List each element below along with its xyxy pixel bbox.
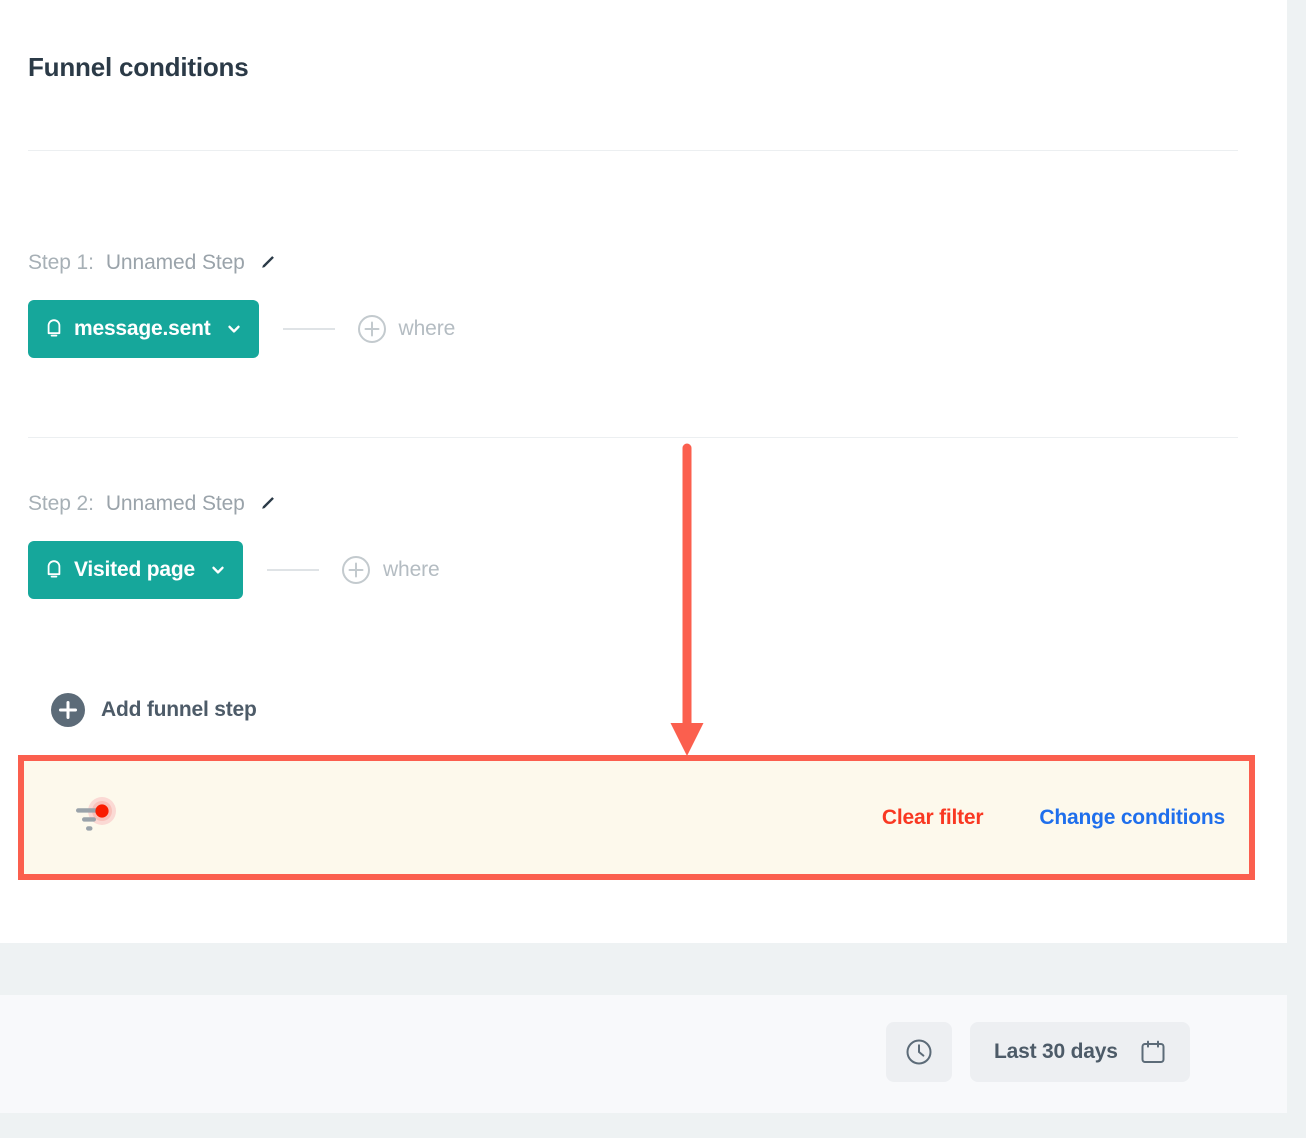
divider-middle [28,437,1238,438]
clock-icon [905,1038,933,1066]
date-range-label: Last 30 days [994,1040,1118,1063]
recent-activity-button[interactable] [886,1022,952,1082]
step-2-index-label: Step 2: [28,492,94,515]
date-range-controls: Last 30 days [886,1022,1190,1082]
step-2-event-chip[interactable]: Visited page [28,541,243,599]
bell-icon [44,318,64,340]
add-funnel-step-button[interactable]: Add funnel step [51,693,257,727]
step-2-condition-row: Visited page where [28,541,440,599]
step-2-header: Step 2: Unnamed Step [28,487,440,521]
change-conditions-link[interactable]: Change conditions [1039,806,1225,830]
plus-filled-circle-icon [51,693,85,727]
bell-icon [44,559,64,581]
funnel-step-2: Step 2: Unnamed Step Visited page where [28,487,440,599]
step-2-where-label: where [382,558,440,581]
bottom-band [0,1113,1306,1138]
step-2-event-label: Visited page [74,558,195,581]
step-1-name: Unnamed Step [105,251,245,274]
funnel-step-1: Step 1: Unnamed Step message.sent where [28,246,455,358]
step-1-event-label: message.sent [74,317,211,340]
page-title: Funnel conditions [28,52,249,82]
step-1-index-label: Step 1: [28,251,94,274]
plus-circle-icon [341,555,371,585]
step-1-where-label: where [398,317,456,340]
pencil-icon[interactable] [257,494,277,514]
filter-with-alert-dot-icon[interactable] [72,795,118,841]
section-gap-band [0,943,1306,995]
chevron-down-icon [209,561,227,579]
chevron-down-icon [225,320,243,338]
plus-circle-icon [357,314,387,344]
active-filter-bar: Clear filter Change conditions [24,761,1249,874]
divider-top [28,150,1238,151]
add-funnel-step-label: Add funnel step [101,698,257,721]
step-2-add-where[interactable]: where [341,555,440,585]
filter-bar-actions: Clear filter Change conditions [882,806,1225,830]
funnel-conditions-card: Funnel conditions Step 1: Unnamed Step m… [0,0,1287,943]
step-1-connector-line [282,328,335,330]
step-1-condition-row: message.sent where [28,300,455,358]
step-1-header: Step 1: Unnamed Step [28,246,455,280]
clear-filter-link[interactable]: Clear filter [882,806,984,830]
step-2-connector-line [266,569,319,571]
step-1-event-chip[interactable]: message.sent [28,300,259,358]
date-range-button[interactable]: Last 30 days [970,1022,1190,1082]
step-2-name: Unnamed Step [105,492,245,515]
calendar-icon [1140,1039,1166,1065]
step-1-add-where[interactable]: where [357,314,456,344]
screen-root: Funnel conditions Step 1: Unnamed Step m… [0,0,1306,1138]
pencil-icon[interactable] [257,253,277,273]
filter-bar-highlight: Clear filter Change conditions [18,755,1255,880]
